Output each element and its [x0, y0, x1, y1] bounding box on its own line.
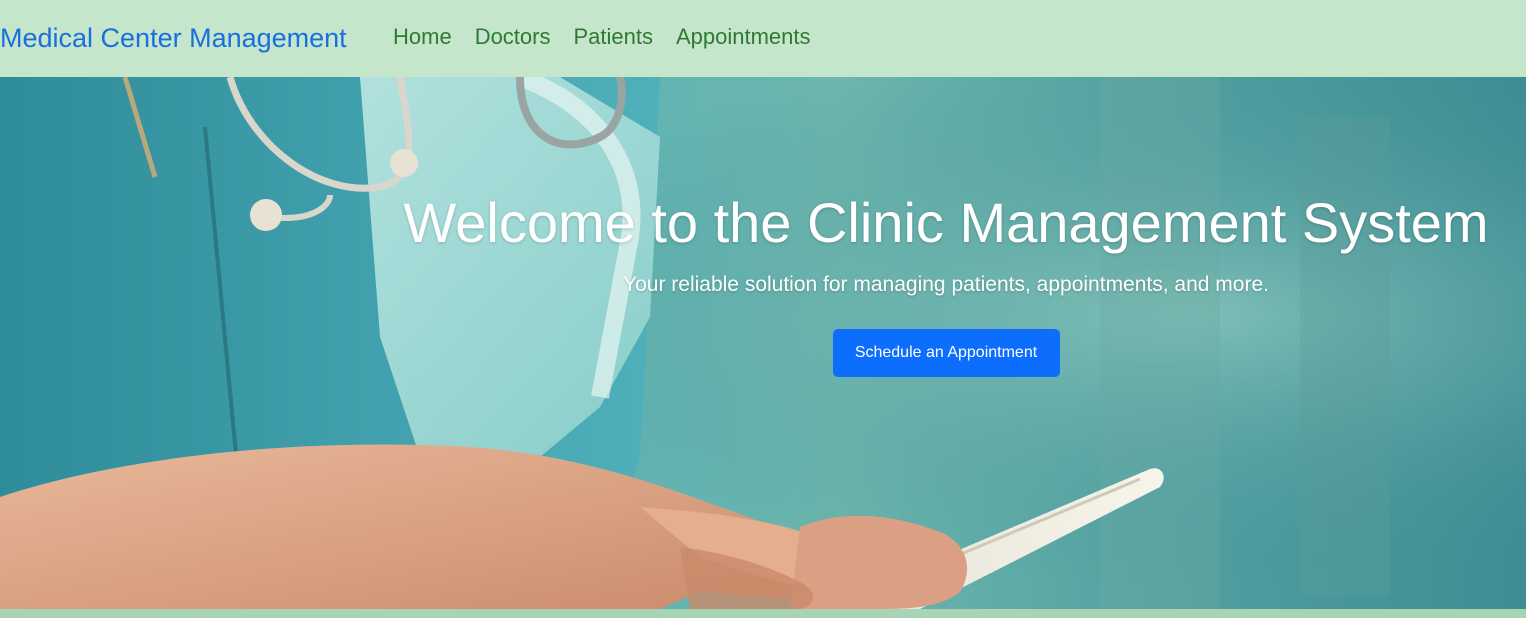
- nav-link-patients[interactable]: Patients: [573, 22, 653, 52]
- page-bottom-strip: [0, 609, 1526, 618]
- hero-section: Welcome to the Clinic Management System …: [0, 77, 1526, 609]
- nav-links: Home Doctors Patients Appointments: [393, 22, 811, 52]
- schedule-appointment-button[interactable]: Schedule an Appointment: [832, 329, 1060, 377]
- nav-link-appointments[interactable]: Appointments: [676, 22, 811, 52]
- hero-subtitle: Your reliable solution for managing pati…: [623, 273, 1269, 296]
- hero-content: Welcome to the Clinic Management System …: [402, 189, 1490, 377]
- nav-link-doctors[interactable]: Doctors: [475, 22, 551, 52]
- brand-link[interactable]: Medical Center Management: [0, 20, 347, 56]
- nav-link-home[interactable]: Home: [393, 22, 452, 52]
- navbar: Medical Center Management Home Doctors P…: [0, 0, 1526, 77]
- hero-title: Welcome to the Clinic Management System: [403, 191, 1489, 254]
